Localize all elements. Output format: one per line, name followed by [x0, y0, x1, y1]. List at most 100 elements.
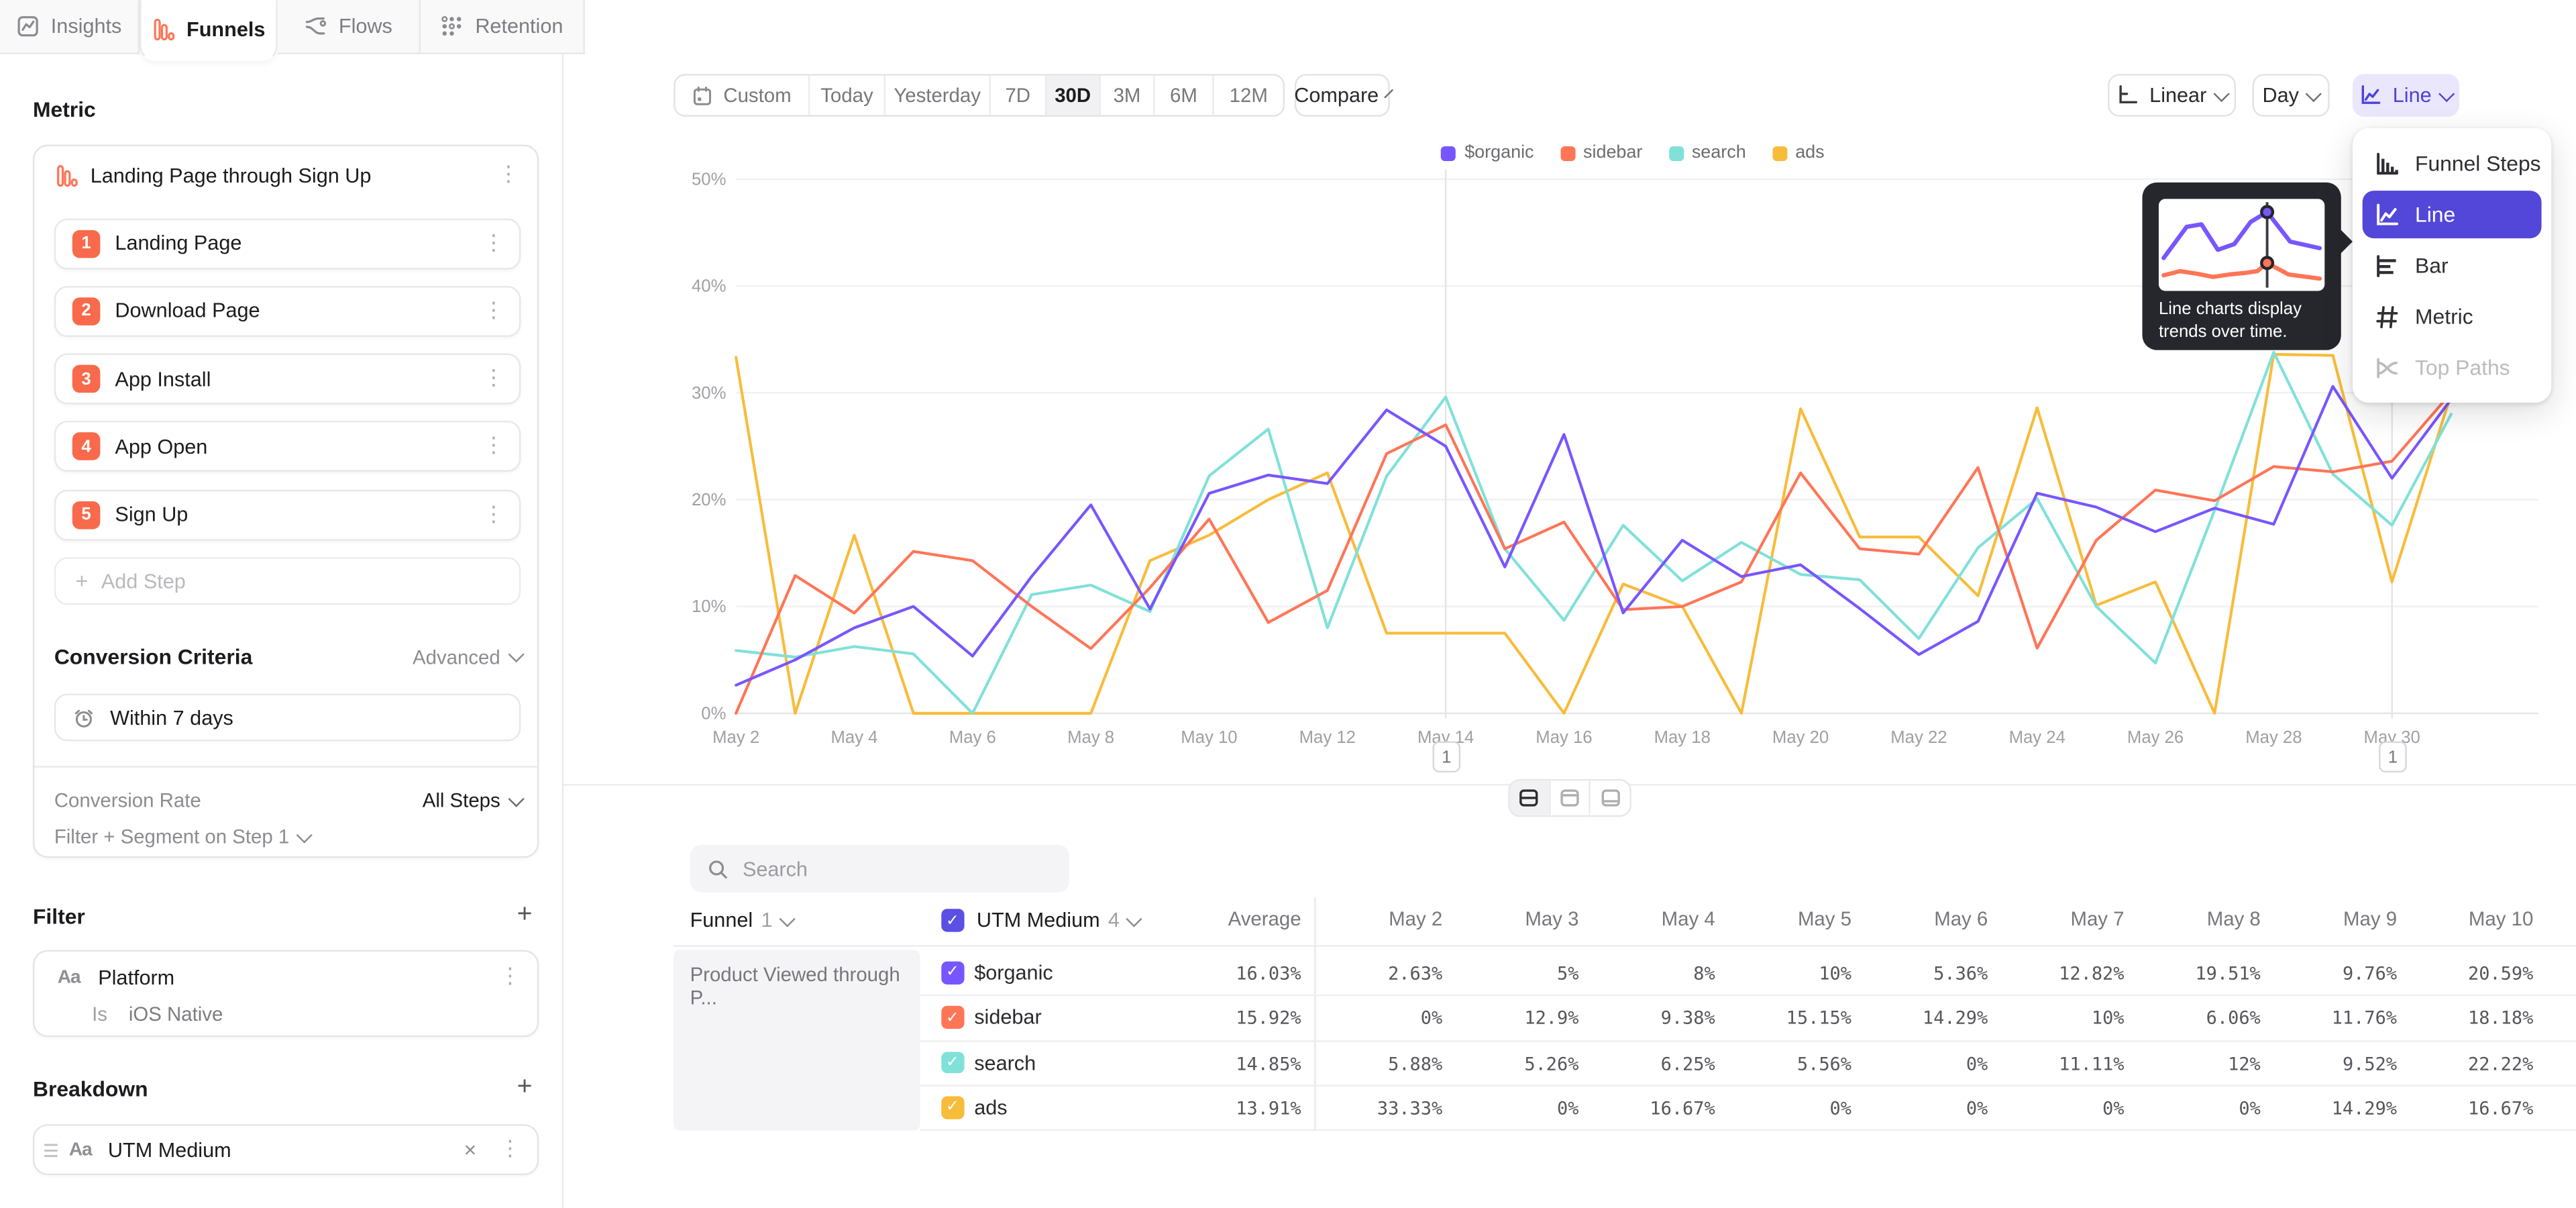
filter-segment-dropdown[interactable]: Filter + Segment on Step 1 [54, 821, 310, 851]
search-icon [706, 857, 729, 880]
date-range-group: CustomTodayYesterday7D30D3M6M12M [674, 74, 1285, 117]
funnel-header[interactable]: Landing Page through Sign Up ⋮ [56, 161, 519, 189]
table-view-toggle[interactable] [1591, 781, 1629, 815]
chart-view-toggle[interactable] [1550, 781, 1591, 815]
chevron-down-icon [508, 647, 523, 662]
conversion-window[interactable]: Within 7 days [54, 693, 521, 741]
funnel-step-sign-up[interactable]: 5Sign Up⋮ [54, 489, 521, 540]
chart-type-dropdown[interactable]: Line [2353, 74, 2459, 117]
filter-kebab-icon[interactable]: ⋮ [499, 966, 521, 988]
add-breakdown-button[interactable]: + [517, 1075, 533, 1101]
date-range-7d[interactable]: 7D [991, 76, 1046, 115]
series-checkbox[interactable]: ✓ [941, 1052, 963, 1074]
funnel-step-app-install[interactable]: 3App Install⋮ [54, 354, 521, 405]
funnel-step-download-page[interactable]: 2Download Page⋮ [54, 286, 521, 337]
step-kebab-icon[interactable]: ⋮ [483, 504, 504, 525]
funnel-kebab-icon[interactable]: ⋮ [498, 164, 519, 186]
add-filter-button[interactable]: + [517, 902, 533, 928]
funnel-step-app-open[interactable]: 4App Open⋮ [54, 421, 521, 472]
step-kebab-icon[interactable]: ⋮ [483, 233, 504, 254]
metric-icon [2374, 303, 2400, 330]
tab-retention[interactable]: Retention [421, 0, 585, 54]
row-separator [920, 1040, 2576, 1041]
compare-button[interactable]: Compare [1295, 74, 1390, 117]
funnel-steps-icon [2374, 150, 2400, 177]
column-header-may-2: May 2 [1311, 907, 1442, 930]
close-icon[interactable]: × [464, 1138, 477, 1162]
drag-handle-icon[interactable] [44, 1143, 58, 1156]
series-checkbox[interactable]: ✓ [941, 1097, 963, 1119]
menu-item-bar[interactable]: Bar [2363, 242, 2542, 289]
date-range-6m[interactable]: 6M [1155, 76, 1214, 115]
average-value: 14.85% [1170, 1053, 1301, 1074]
granularity-dropdown[interactable]: Day [2253, 74, 2330, 117]
svg-text:May 26: May 26 [2127, 728, 2184, 747]
svg-text:May 4: May 4 [830, 728, 877, 747]
advanced-dropdown[interactable]: Advanced [413, 645, 521, 668]
svg-text:May 10: May 10 [1181, 728, 1237, 747]
breakdown-section-title: Breakdown [33, 1076, 148, 1101]
breakdown-kebab-icon[interactable]: ⋮ [499, 1139, 521, 1160]
series-checkbox[interactable]: ✓ [941, 962, 963, 984]
svg-text:40%: 40% [692, 277, 726, 296]
tooltip-text: Line charts display trends over time. [2159, 299, 2336, 344]
date-range-3m[interactable]: 3M [1101, 76, 1155, 115]
series-name: sidebar [974, 1007, 1041, 1029]
menu-item-metric[interactable]: Metric [2363, 293, 2542, 340]
step-kebab-icon[interactable]: ⋮ [483, 368, 504, 390]
date-range-30d[interactable]: 30D [1046, 76, 1101, 115]
cell-value: 22.22% [2402, 1053, 2533, 1074]
cell-value: 0% [2129, 1098, 2261, 1119]
column-header-may-5: May 5 [1720, 907, 1851, 930]
filter-section-title: Filter [33, 903, 85, 928]
breakdown-selector[interactable]: ✓ UTM Medium 4 [941, 904, 1140, 937]
cell-value: 0% [1856, 1053, 1988, 1074]
tooltip-chart-illustration [2159, 199, 2324, 291]
split-view-toggle[interactable] [1510, 781, 1550, 815]
retention-icon [441, 15, 464, 38]
menu-item-line[interactable]: Line [2363, 191, 2542, 238]
scale-dropdown[interactable]: Linear [2108, 74, 2236, 117]
cell-value: 0% [1448, 1098, 1579, 1119]
bar-chart-icon [2374, 252, 2400, 279]
cell-value: 10% [1720, 963, 1851, 985]
line-chart-icon [2374, 201, 2400, 228]
cell-value: 12.82% [1993, 963, 2125, 985]
series-checkbox[interactable]: ✓ [941, 1007, 963, 1029]
series-name: $organic [974, 962, 1053, 985]
funnel-step-landing-page[interactable]: 1Landing Page⋮ [54, 217, 521, 268]
date-range-yesterday[interactable]: Yesterday [885, 76, 991, 115]
column-header-may-9: May 9 [2265, 907, 2397, 930]
step-kebab-icon[interactable]: ⋮ [483, 436, 504, 458]
date-range-today[interactable]: Today [810, 76, 885, 115]
svg-text:10%: 10% [692, 597, 726, 616]
tab-flows[interactable]: Flows [278, 0, 421, 54]
date-range-custom[interactable]: Custom [676, 76, 810, 115]
cell-value: 9.52% [2265, 1053, 2397, 1074]
menu-item-funnel-steps[interactable]: Funnel Steps [2363, 140, 2542, 187]
funnel-name: Landing Page through Sign Up [91, 164, 498, 187]
top-paths-icon [2374, 354, 2400, 381]
breakdown-card[interactable]: Aa UTM Medium × ⋮ [33, 1124, 539, 1175]
annotation-badge[interactable]: 1 [2379, 741, 2407, 772]
column-header-may-7: May 7 [1993, 907, 2125, 930]
average-value: 16.03% [1170, 963, 1301, 985]
calendar-icon [692, 85, 714, 106]
add-step-button[interactable]: + Add Step [54, 557, 521, 605]
annotation-badge[interactable]: 1 [1433, 741, 1461, 772]
column-header-may-6: May 6 [1856, 907, 1988, 930]
svg-text:May 24: May 24 [2009, 728, 2065, 747]
cell-value: 0% [1311, 1008, 1442, 1029]
filter-card[interactable]: Aa Platform ⋮ Is iOS Native [33, 950, 539, 1038]
series-name: search [974, 1052, 1036, 1074]
funnel-selector[interactable]: Funnel 1 [690, 904, 794, 937]
tab-insights[interactable]: Insights [0, 0, 140, 54]
svg-text:May 22: May 22 [1890, 728, 1947, 747]
checkbox-checked[interactable]: ✓ [941, 909, 963, 932]
date-range-12m[interactable]: 12M [1214, 76, 1283, 115]
tab-funnels[interactable]: Funnels [140, 0, 278, 61]
chevron-down-icon [2439, 85, 2455, 101]
step-kebab-icon[interactable]: ⋮ [483, 301, 504, 322]
search-input[interactable]: Search [690, 845, 1070, 893]
conversion-rate-dropdown[interactable]: All Steps [423, 789, 521, 812]
